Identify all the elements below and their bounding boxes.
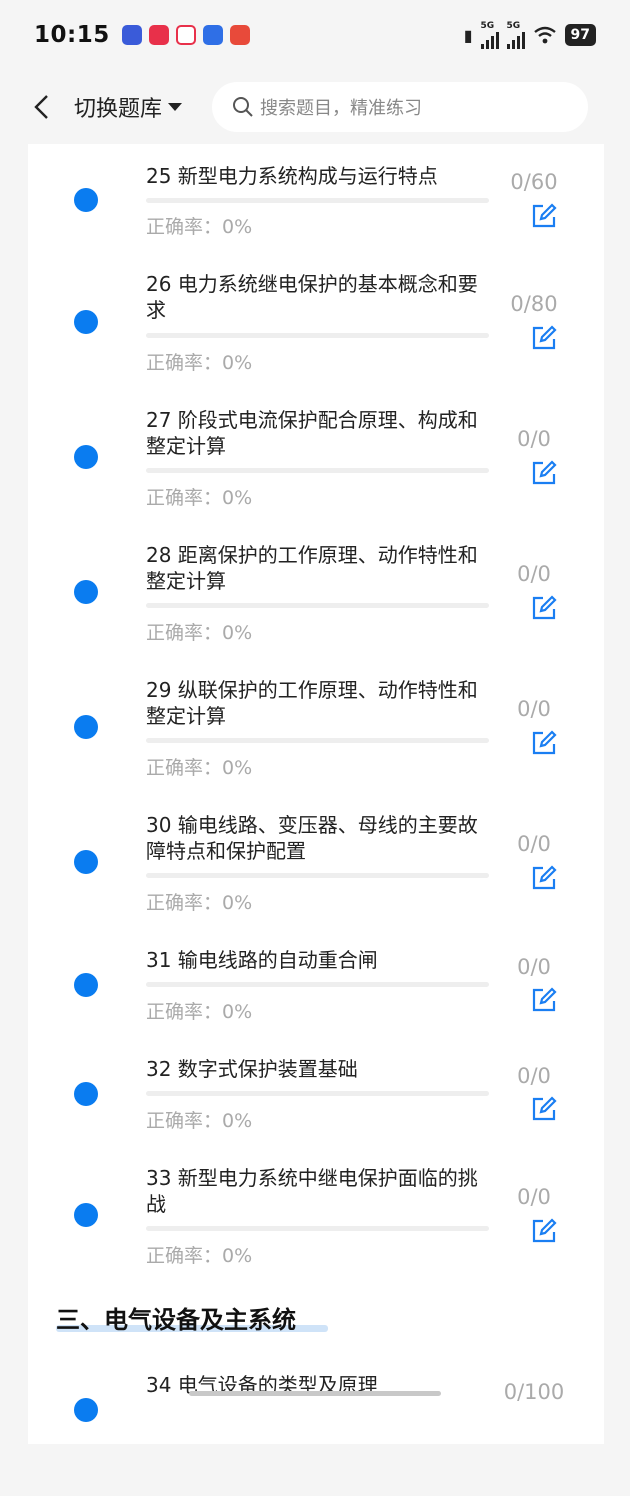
accuracy-text: 正确率：0%	[146, 1245, 253, 1267]
search-icon	[233, 97, 253, 117]
question-count: 0/0	[517, 427, 551, 451]
question-count: 0/0	[517, 832, 551, 856]
accuracy-text: 正确率：0%	[146, 1110, 253, 1132]
app-notification-icon	[175, 25, 196, 45]
section-title: 三、电气设备及主系统	[56, 1306, 296, 1334]
progress-bar	[146, 738, 489, 743]
edit-icon[interactable]	[530, 459, 558, 487]
progress-bar	[146, 873, 489, 878]
question-count: 0/0	[517, 1185, 551, 1209]
chapter-bullet	[74, 188, 98, 212]
progress-bar	[146, 1226, 489, 1231]
chapter-title: 29 纵联保护的工作原理、动作特性和整定计算	[146, 678, 478, 728]
question-count: 0/0	[517, 955, 551, 979]
chapter-bullet	[74, 310, 98, 334]
accuracy-text: 正确率：0%	[146, 892, 253, 914]
edit-icon[interactable]	[530, 594, 558, 622]
chapter-title: 30 输电线路、变压器、母线的主要故障特点和保护配置	[146, 813, 478, 863]
chapter-title: 27 阶段式电流保护配合原理、构成和整定计算	[146, 408, 478, 458]
edit-icon[interactable]	[530, 1217, 558, 1245]
edit-icon[interactable]	[530, 1095, 558, 1123]
progress-bar	[146, 1091, 489, 1096]
chapter-bullet	[74, 1082, 98, 1106]
back-button[interactable]	[24, 89, 60, 125]
chapter-item[interactable]: 27 阶段式电流保护配合原理、构成和整定计算 正确率：0% 0/0	[28, 401, 604, 531]
accuracy-text: 正确率：0%	[146, 352, 253, 374]
chapter-title: 33 新型电力系统中继电保护面临的挑战	[146, 1166, 478, 1216]
edit-icon[interactable]	[530, 202, 558, 230]
question-count: 0/0	[517, 1064, 551, 1088]
chapter-item[interactable]: 26 电力系统继电保护的基本概念和要求 正确率：0% 0/80	[28, 266, 604, 396]
status-bar: 10:15 ▮ 5G 5G 97	[0, 0, 630, 70]
chapter-title: 25 新型电力系统构成与运行特点	[146, 164, 438, 188]
chapter-bullet	[74, 850, 98, 874]
accuracy-text: 正确率：0%	[146, 487, 253, 509]
home-indicator[interactable]	[189, 1391, 441, 1396]
edit-icon[interactable]	[530, 729, 558, 757]
search-input[interactable]: 搜索题目，精准练习	[212, 82, 589, 132]
chapter-title: 28 距离保护的工作原理、动作特性和整定计算	[146, 543, 478, 593]
chapter-item[interactable]: 33 新型电力系统中继电保护面临的挑战 正确率：0% 0/0	[28, 1159, 604, 1289]
edit-icon[interactable]	[530, 324, 558, 352]
battery-indicator: 97	[564, 24, 596, 46]
caret-down-icon	[168, 103, 183, 111]
top-bar: 切换题库 搜索题目，精准练习	[0, 74, 630, 140]
chapter-item[interactable]: 28 距离保护的工作原理、动作特性和整定计算 正确率：0% 0/0	[28, 536, 604, 666]
app-notification-icon	[148, 25, 169, 45]
question-count: 0/100	[503, 1380, 565, 1404]
chevron-left-icon	[34, 95, 48, 119]
chapter-bullet	[74, 973, 98, 997]
edit-icon[interactable]	[530, 986, 558, 1014]
app-notification-icon	[202, 25, 223, 45]
wifi-icon	[533, 26, 556, 44]
chapter-bullet	[74, 1203, 98, 1227]
chapter-item[interactable]: 30 输电线路、变压器、母线的主要故障特点和保护配置 正确率：0% 0/0	[28, 806, 604, 936]
search-placeholder: 搜索题目，精准练习	[260, 98, 423, 119]
chapter-title: 31 输电线路的自动重合闸	[146, 948, 378, 972]
progress-bar	[146, 982, 489, 987]
switch-bank-label: 切换题库	[74, 97, 163, 122]
accuracy-text: 正确率：0%	[146, 757, 253, 779]
chapter-item[interactable]: 34 电气设备的类型及原理 0/100	[28, 1366, 604, 1496]
progress-bar	[146, 198, 489, 203]
progress-bar	[146, 333, 489, 338]
chapter-bullet	[74, 445, 98, 469]
accuracy-text: 正确率：0%	[146, 216, 253, 238]
question-count: 0/0	[517, 697, 551, 721]
chapter-item[interactable]: 29 纵联保护的工作原理、动作特性和整定计算 正确率：0% 0/0	[28, 671, 604, 801]
chapter-item[interactable]: 25 新型电力系统构成与运行特点 正确率：0% 0/60	[28, 144, 604, 274]
clock: 10:15	[34, 22, 110, 48]
app-notification-icon	[229, 25, 250, 45]
chapter-title: 32 数字式保护装置基础	[146, 1057, 358, 1081]
edit-icon[interactable]	[530, 864, 558, 892]
vibrate-icon: ▮	[463, 25, 473, 45]
chapter-bullet	[74, 715, 98, 739]
question-count: 0/80	[510, 292, 558, 316]
app-notification-icon	[121, 25, 142, 45]
chapter-list: 25 新型电力系统构成与运行特点 正确率：0% 0/60 26 电力系统继电保护…	[28, 144, 604, 1444]
chapter-bullet	[74, 580, 98, 604]
accuracy-text: 正确率：0%	[146, 622, 253, 644]
cellular-signal-icon: 5G	[506, 21, 525, 49]
chapter-title: 26 电力系统继电保护的基本概念和要求	[146, 272, 478, 322]
question-count: 0/0	[517, 562, 551, 586]
switch-bank-dropdown[interactable]: 切换题库	[74, 91, 183, 123]
cellular-signal-icon: 5G	[480, 21, 499, 49]
progress-bar	[146, 468, 489, 473]
accuracy-text: 正确率：0%	[146, 1001, 253, 1023]
question-count: 0/60	[510, 170, 558, 194]
progress-bar	[146, 603, 489, 608]
notification-icons	[121, 25, 250, 45]
chapter-bullet	[74, 1398, 98, 1422]
